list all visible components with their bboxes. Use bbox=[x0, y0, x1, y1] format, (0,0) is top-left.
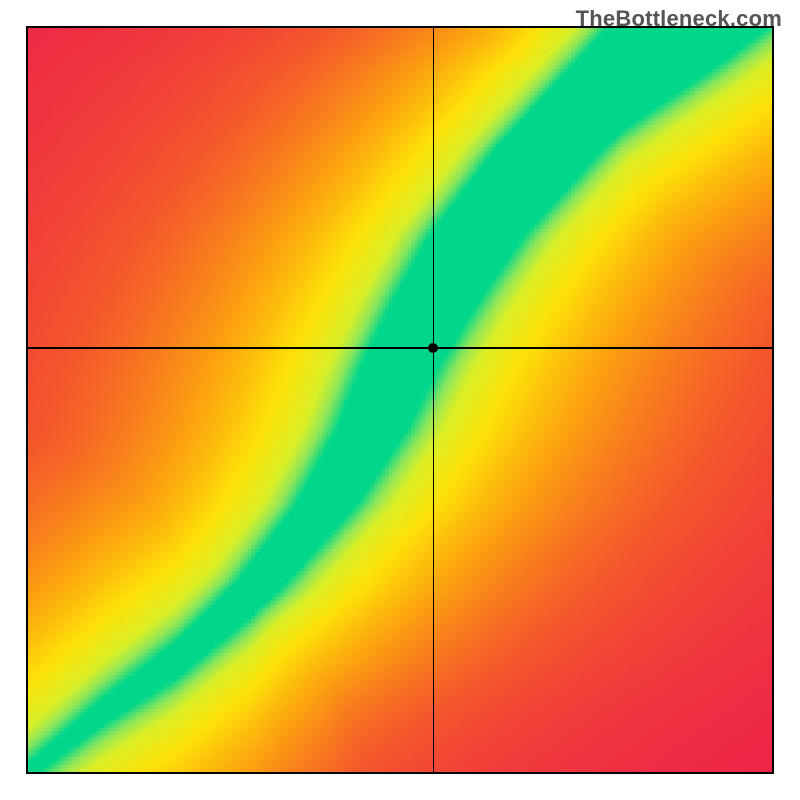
heatmap-canvas bbox=[28, 28, 772, 772]
marker-point bbox=[428, 343, 438, 353]
crosshair-vertical bbox=[433, 28, 435, 772]
crosshair-horizontal bbox=[28, 347, 772, 349]
plot-frame bbox=[26, 26, 774, 774]
watermark-text: TheBottleneck.com bbox=[576, 6, 782, 32]
